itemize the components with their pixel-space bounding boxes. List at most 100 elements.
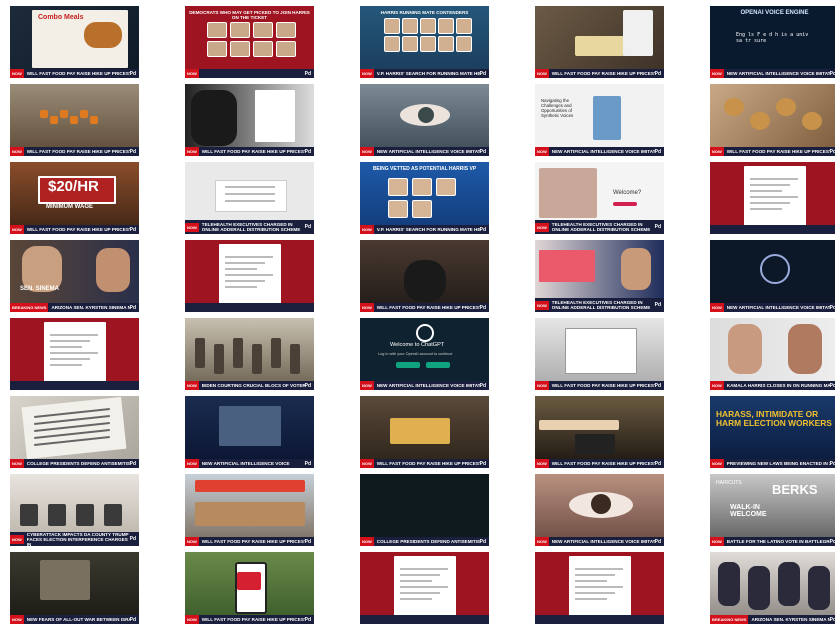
- news-tag-badge: NOW: [710, 381, 724, 390]
- network-logo-icon: Pd: [829, 70, 835, 77]
- network-logo-icon: Pd: [654, 382, 661, 389]
- video-thumbnail[interactable]: OPENAI VOICE ENGINE Eng ls F e d h is a u…: [710, 6, 835, 78]
- network-logo-icon: Pd: [129, 460, 136, 467]
- video-thumbnail[interactable]: Welcome? NOW TELEHEALTH EXECUTIVES CHARGED…: [535, 162, 664, 234]
- text-line: [225, 286, 257, 288]
- counter: [195, 502, 305, 526]
- form-line: [225, 186, 275, 188]
- chyron-headline: CYBERATTACK IMPACTS DA COUNTY TRUMP FACE…: [26, 531, 129, 547]
- chyron-headline: WILL FAST FOOD PAY RAISE HIKE UP PRICES?: [201, 539, 305, 544]
- name-lower-third: SEN. SINEMA: [20, 286, 60, 292]
- voter-figure: [290, 344, 300, 374]
- voter-figure: [233, 338, 243, 368]
- chyron-headline: NEW ARTIFICIAL INTELLIGENCE VOICE IMITAT…: [726, 305, 830, 310]
- news-tag-badge: NOW: [185, 381, 199, 390]
- video-thumbnail[interactable]: NOW WILL FAST FOOD PAY RAISE HIKE UP PRIC…: [535, 396, 664, 468]
- video-thumbnail[interactable]: BREAKING NEWS ARIZONA SEN. KYRSTEN SINEMA…: [710, 552, 835, 624]
- chyron-headline: TELEHEALTH EXECUTIVES CHARGED IN ONLINE …: [551, 222, 651, 232]
- portrait-photo: [456, 36, 472, 52]
- video-thumbnail[interactable]: HARRIS RUNNING MATE CONTENDERS NOW V.P. HA…: [360, 6, 489, 78]
- network-logo-icon: Pd: [304, 148, 311, 155]
- network-logo-icon: Pd: [829, 148, 835, 155]
- news-tag-badge: BREAKING NEWS: [10, 303, 49, 312]
- portrait-photo: [96, 248, 130, 292]
- news-chyron: NOW NEW ARTIFICIAL INTELLIGENCE VOICE Pd: [185, 459, 314, 468]
- video-thumbnail[interactable]: [185, 240, 314, 312]
- video-thumbnail[interactable]: NOW COLLEGE PRESIDENTS DEFEND ANTISEMITIS…: [360, 474, 489, 546]
- video-thumbnail[interactable]: NOW NEW ARTIFICIAL INTELLIGENCE VOICE IMI…: [535, 474, 664, 546]
- video-thumbnail[interactable]: [710, 162, 835, 234]
- text-line: [400, 598, 432, 600]
- video-thumbnail[interactable]: NOW CYBERATTACK IMPACTS DA COUNTY TRUMP F…: [10, 474, 139, 546]
- news-chyron: NOW WILL FAST FOOD PAY RAISE HIKE UP PRIC…: [10, 147, 139, 156]
- network-logo-icon: Pd: [304, 224, 311, 230]
- news-chyron: BREAKING NEWS ARIZONA SEN. KYRSTEN SINEMA…: [10, 303, 139, 312]
- fry-basket-item: [60, 110, 68, 118]
- worker-arm: [539, 420, 619, 430]
- news-chyron: NOW COLLEGE PRESIDENTS DEFEND ANTISEMITIS…: [10, 459, 139, 468]
- voting-booth: [20, 504, 38, 526]
- video-thumbnail[interactable]: NOW TELEHEALTH EXECUTIVES CHARGED IN ONLI…: [535, 240, 664, 312]
- thumbnail-scene: [535, 318, 664, 390]
- portrait-photo: [412, 178, 432, 196]
- video-thumbnail[interactable]: BEING VETTED AS POTENTIAL HARRIS VP NOW V.…: [360, 162, 489, 234]
- thumbnail-scene: HARASS, INTIMIDATE OR HARM ELECTION WORK…: [710, 396, 835, 468]
- video-thumbnail[interactable]: HAIRCUTS BERKS WALK-IN WELCOME NOW BATTLE FO…: [710, 474, 835, 546]
- thumbnail-scene: [185, 474, 314, 546]
- network-logo-icon: Pd: [129, 70, 136, 77]
- text-line: [400, 580, 432, 582]
- network-logo-icon: Pd: [654, 70, 661, 77]
- video-thumbnail[interactable]: NOW WILL FAST FOOD PAY RAISE HIKE UP PRIC…: [10, 84, 139, 156]
- video-thumbnail[interactable]: NOW WILL FAST FOOD PAY RAISE HIKE UP PRIC…: [710, 84, 835, 156]
- video-thumbnail[interactable]: $20/HR MINIMUM WAGE NOW WILL FAST FOOD PAY …: [10, 162, 139, 234]
- portrait-photo: [207, 22, 227, 38]
- portrait-photo: [230, 22, 250, 38]
- video-thumbnail[interactable]: NOW WILL FAST FOOD PAY RAISE HIKE UP PRIC…: [535, 318, 664, 390]
- network-logo-icon: Pd: [829, 616, 835, 623]
- video-thumbnail[interactable]: NOW NEW ARTIFICIAL INTELLIGENCE VOICE IMI…: [360, 84, 489, 156]
- video-thumbnail[interactable]: Navigating the Challenges and Opportunit…: [535, 84, 664, 156]
- news-tag-badge: NOW: [360, 69, 374, 78]
- video-thumbnail[interactable]: NOW TELEHEALTH EXECUTIVES CHARGED IN ONLI…: [185, 162, 314, 234]
- video-thumbnail[interactable]: NOW BIDEN COURTING CRUCIAL BLOCS OF VOTER…: [185, 318, 314, 390]
- chyron-headline: NEW ARTIFICIAL INTELLIGENCE VOICE: [201, 461, 290, 466]
- thumbnail-scene: [10, 396, 139, 468]
- video-thumbnail[interactable]: HARASS, INTIMIDATE OR HARM ELECTION WORK…: [710, 396, 835, 468]
- news-chyron: NOW NEW ARTIFICIAL INTELLIGENCE VOICE IMI…: [535, 537, 664, 546]
- video-thumbnail[interactable]: NOW NEW ARTIFICIAL INTELLIGENCE VOICE Pd: [185, 396, 314, 468]
- video-thumbnail[interactable]: NOW WILL FAST FOOD PAY RAISE HIKE UP PRIC…: [360, 240, 489, 312]
- fry-basket-item: [90, 116, 98, 124]
- text-line: [575, 580, 607, 582]
- chyron-headline: WILL FAST FOOD PAY RAISE HIKE UP PRICES?: [376, 305, 480, 310]
- person-head: [191, 90, 237, 146]
- video-thumbnail[interactable]: Combo Meals NOW WILL FAST FOOD PAY RAISE H…: [10, 6, 139, 78]
- text-line: [575, 598, 607, 600]
- news-tag-badge: NOW: [360, 303, 374, 312]
- text-line: [750, 184, 790, 186]
- network-logo-icon: Pd: [129, 148, 136, 155]
- voter-figure: [271, 338, 281, 368]
- video-thumbnail[interactable]: NOW WILL FAST FOOD PAY RAISE HIKE UP PRIC…: [185, 552, 314, 624]
- video-thumbnail[interactable]: [10, 318, 139, 390]
- pastry-item: [802, 112, 822, 130]
- text-line: [400, 592, 440, 594]
- video-thumbnail[interactable]: [360, 552, 489, 624]
- video-thumbnail[interactable]: NOW WILL FAST FOOD PAY RAISE HIKE UP PRIC…: [185, 474, 314, 546]
- video-thumbnail[interactable]: [535, 552, 664, 624]
- video-thumbnail[interactable]: NOWNEW FEARS OF ALL-OUT WAR BETWEEN ISRA…: [10, 552, 139, 624]
- video-thumbnail[interactable]: NOW WILL FAST FOOD PAY RAISE HIKE UP PRIC…: [185, 84, 314, 156]
- text-line: [50, 346, 82, 348]
- video-thumbnail[interactable]: NOW NEW ARTIFICIAL INTELLIGENCE VOICE IMI…: [710, 240, 835, 312]
- video-thumbnail[interactable]: Welcome to ChatGPT Log in with your OpenA…: [360, 318, 489, 390]
- video-thumbnail[interactable]: NOW COLLEGE PRESIDENTS DEFEND ANTISEMITIS…: [10, 396, 139, 468]
- video-thumbnail[interactable]: NOW WILL FAST FOOD PAY RAISE HIKE UP PRIC…: [535, 6, 664, 78]
- signup-button: [426, 362, 450, 368]
- news-tag-badge: NOW: [10, 225, 24, 234]
- news-chyron: [710, 225, 835, 234]
- welcome-text: Welcome?: [613, 190, 642, 196]
- video-thumbnail[interactable]: DEMOCRATS WHO MAY GET PICKED TO JOIN HAR…: [185, 6, 314, 78]
- video-thumbnail[interactable]: NOW KAMALA HARRIS CLOSES IN ON RUNNING MA…: [710, 318, 835, 390]
- video-thumbnail[interactable]: SEN. SINEMA BREAKING NEWS ARIZONA SEN. KYR…: [10, 240, 139, 312]
- graphic-title: HARRIS RUNNING MATE CONTENDERS: [380, 10, 469, 15]
- video-thumbnail[interactable]: NOW WILL FAST FOOD PAY RAISE HIKE UP PRIC…: [360, 396, 489, 468]
